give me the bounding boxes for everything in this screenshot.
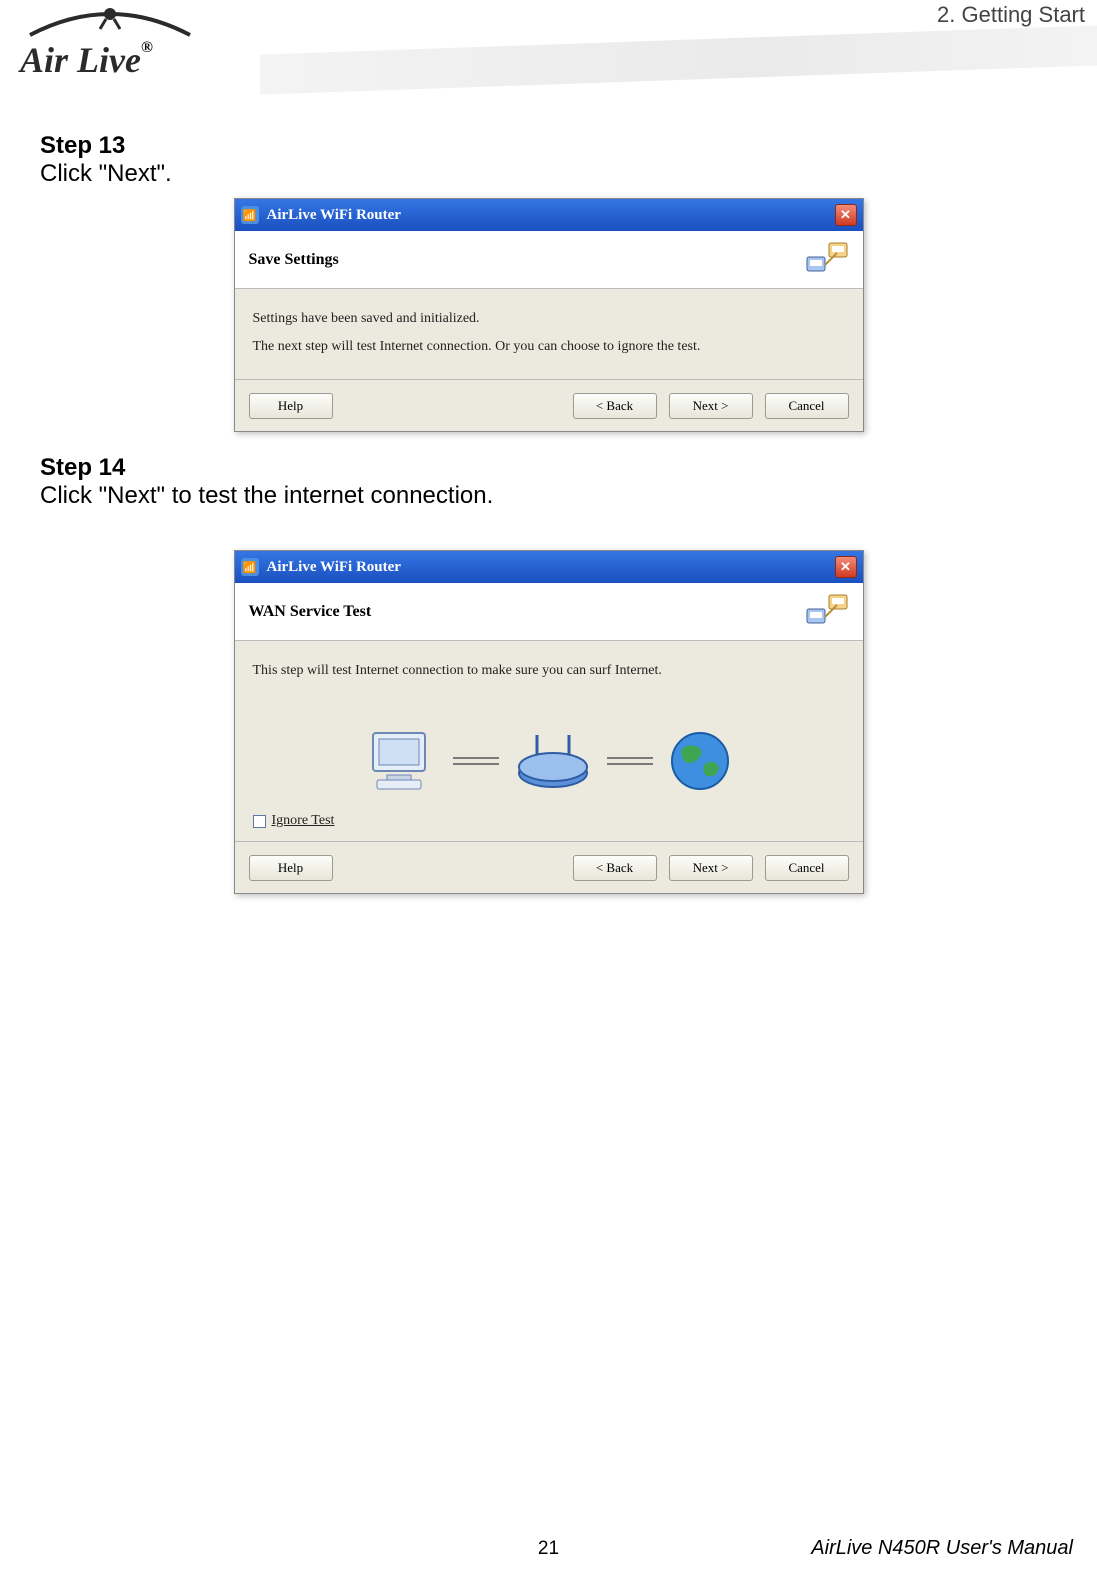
router-app-icon: 📶: [241, 558, 259, 576]
banner-title: Save Settings: [249, 251, 339, 269]
back-button[interactable]: < Back: [573, 393, 657, 419]
banner-title: WAN Service Test: [249, 603, 372, 621]
step14-heading: Step 14: [40, 454, 1057, 482]
network-devices-icon: [805, 591, 849, 633]
cable-icon: [453, 757, 499, 765]
close-button[interactable]: ✕: [835, 556, 857, 578]
close-icon: ✕: [840, 559, 851, 574]
decorative-swoosh: [260, 25, 1097, 94]
dialog-body: Settings have been saved and initialized…: [235, 289, 863, 379]
page-footer: 21 AirLive N450R User's Manual: [0, 1537, 1097, 1560]
body-line-1: Settings have been saved and initialized…: [253, 311, 845, 327]
next-button[interactable]: Next >: [669, 393, 753, 419]
dialog-titlebar: 📶 AirLive WiFi Router ✕: [235, 551, 863, 583]
ignore-test-checkbox[interactable]: [253, 815, 266, 828]
save-settings-dialog: 📶 AirLive WiFi Router ✕ Save Settings Se…: [234, 198, 864, 432]
back-button[interactable]: < Back: [573, 855, 657, 881]
step14-dialog-wrap: 📶 AirLive WiFi Router ✕ WAN Service Test…: [40, 550, 1057, 894]
body-line-1: This step will test Internet connection …: [253, 663, 845, 679]
logo: Air Live®: [20, 5, 200, 81]
globe-icon: [669, 730, 731, 792]
dialog-banner: WAN Service Test: [235, 583, 863, 641]
help-button[interactable]: Help: [249, 855, 333, 881]
dialog-body: This step will test Internet connection …: [235, 641, 863, 841]
step14-instruction: Click "Next" to test the internet connec…: [40, 482, 1057, 510]
page-body: Step 13 Click "Next". 📶 AirLive WiFi Rou…: [0, 132, 1097, 894]
wan-test-dialog: 📶 AirLive WiFi Router ✕ WAN Service Test…: [234, 550, 864, 894]
step13-instruction: Click "Next".: [40, 160, 1057, 188]
ignore-test-row: Ignore Test: [253, 813, 845, 829]
trademark-symbol: ®: [141, 39, 153, 56]
network-devices-icon: [805, 239, 849, 281]
chapter-title: 2. Getting Start: [937, 2, 1085, 28]
dialog-title: AirLive WiFi Router: [267, 559, 401, 576]
cancel-button[interactable]: Cancel: [765, 855, 849, 881]
dialog-titlebar: 📶 AirLive WiFi Router ✕: [235, 199, 863, 231]
computer-icon: [367, 729, 437, 793]
body-line-2: The next step will test Internet connect…: [253, 339, 845, 355]
dialog-button-bar: Help < Back Next > Cancel: [235, 841, 863, 893]
router-icon: [515, 731, 591, 791]
close-icon: ✕: [840, 207, 851, 222]
page-number: 21: [538, 1538, 559, 1560]
logo-arc-icon: [20, 5, 200, 39]
cancel-button[interactable]: Cancel: [765, 393, 849, 419]
next-button[interactable]: Next >: [669, 855, 753, 881]
step13-dialog-wrap: 📶 AirLive WiFi Router ✕ Save Settings Se…: [40, 198, 1057, 432]
cable-icon: [607, 757, 653, 765]
dialog-banner: Save Settings: [235, 231, 863, 289]
router-app-icon: 📶: [241, 206, 259, 224]
step13-heading: Step 13: [40, 132, 1057, 160]
network-topology-illustration: [253, 729, 845, 793]
close-button[interactable]: ✕: [835, 204, 857, 226]
help-button[interactable]: Help: [249, 393, 333, 419]
manual-name: AirLive N450R User's Manual: [811, 1537, 1073, 1560]
logo-text: Air Live: [20, 40, 141, 80]
page-header: Air Live® 2. Getting Start: [0, 0, 1097, 110]
ignore-test-label: Ignore Test: [272, 813, 335, 829]
dialog-title: AirLive WiFi Router: [267, 207, 401, 224]
dialog-button-bar: Help < Back Next > Cancel: [235, 379, 863, 431]
